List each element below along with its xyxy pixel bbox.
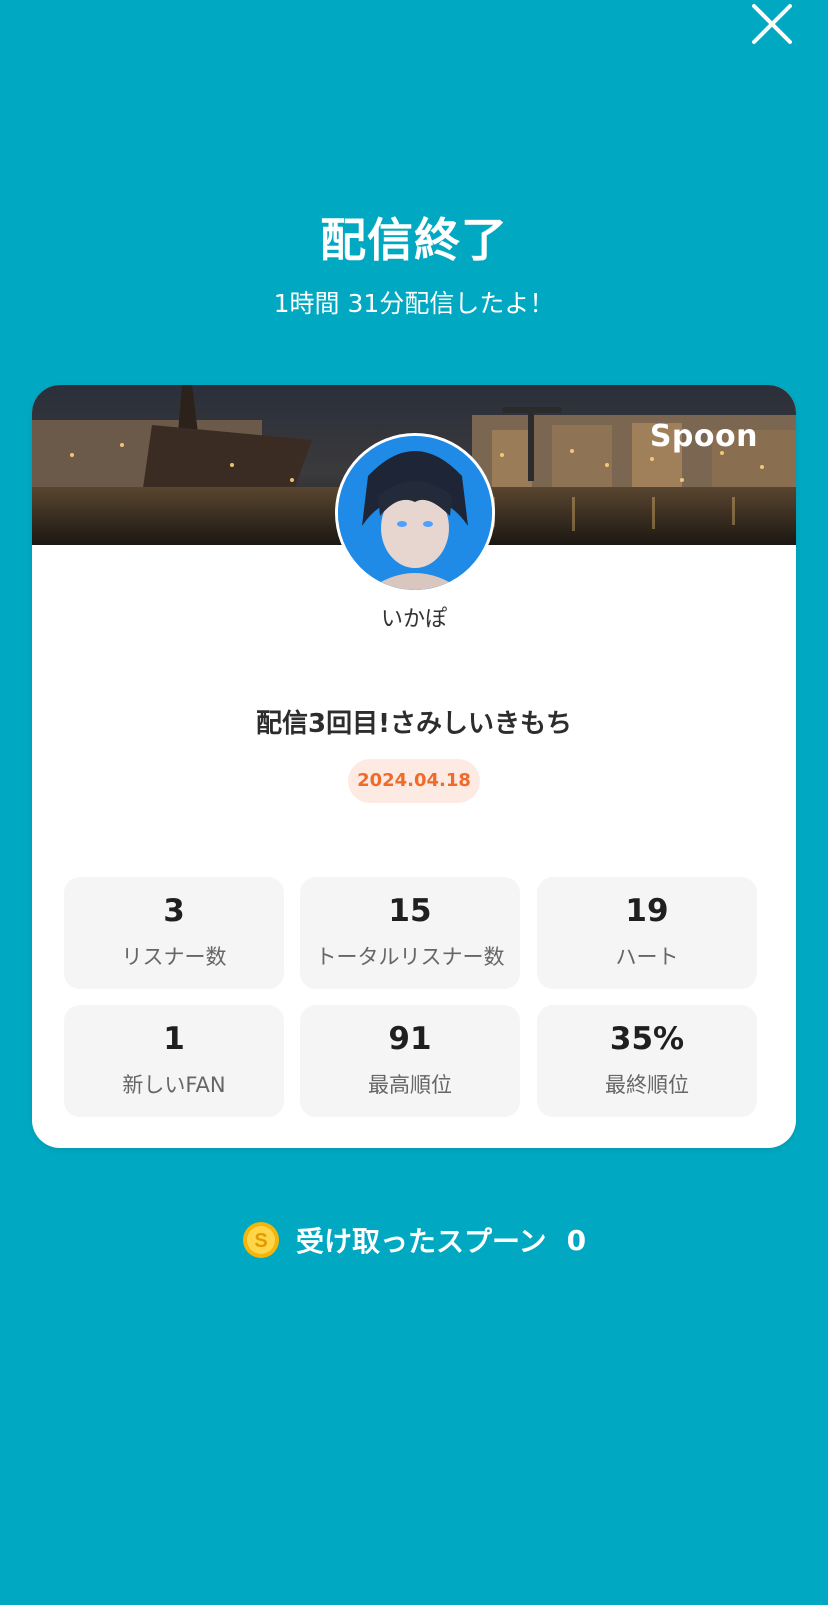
stat-total-listeners: 15 トータルリスナー数 [300,877,520,989]
stat-value: 3 [163,893,185,929]
coin-icon: S [242,1221,280,1259]
page-title: 配信終了 [320,213,508,267]
avatar[interactable] [335,433,495,593]
stat-listeners: 3 リスナー数 [64,877,284,989]
stat-hearts: 19 ハート [537,877,757,989]
stat-label: ハート [615,945,679,969]
stat-label: リスナー数 [121,945,227,969]
username: いかぽ [380,607,447,632]
stat-label: 最高順位 [368,1073,452,1097]
stat-final-rank: 35% 最終順位 [537,1005,757,1117]
live-summary-card: Spoon いかぽ 配信3回目!さみしいきもち 2024.04.18 3 リスナ… [32,385,796,1148]
live-title: 配信3回目!さみしいきもち [256,709,572,739]
stat-best-rank: 91 最高順位 [300,1005,520,1117]
stat-value: 15 [388,893,432,929]
close-icon [752,4,792,44]
stat-value: 1 [163,1021,185,1057]
close-button[interactable] [748,0,796,48]
stat-label: トータルリスナー数 [315,945,505,969]
received-spoons-label: 受け取ったスプーン [295,1225,547,1258]
svg-text:S: S [254,1230,267,1252]
received-spoons: S 受け取ったスプーン 0 [0,1220,828,1266]
stat-new-fans: 1 新しいFAN [64,1005,284,1117]
spoon-logo: Spoon [649,419,758,454]
stat-label: 最終順位 [605,1073,689,1097]
received-spoons-count: 0 [566,1223,587,1257]
date-badge: 2024.04.18 [348,759,480,803]
stat-label: 新しいFAN [122,1073,226,1097]
stat-value: 91 [388,1021,432,1057]
stat-value: 35% [609,1021,685,1057]
stat-value: 19 [625,893,669,929]
duration-text: 1時間 31分配信したよ！ [273,289,555,318]
